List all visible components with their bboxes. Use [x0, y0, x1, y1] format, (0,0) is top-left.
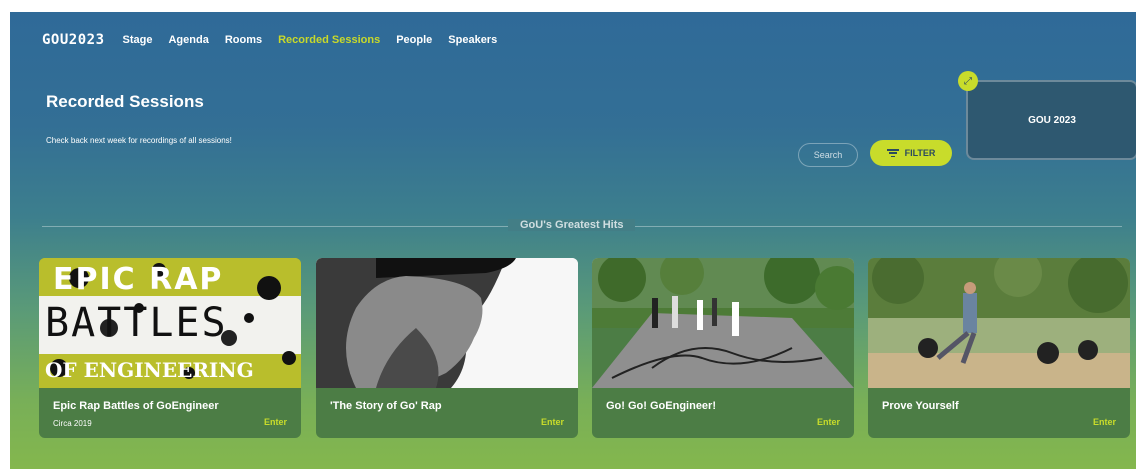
filter-icon — [886, 149, 899, 157]
session-card[interactable]: 'The Story of Go' Rap Enter — [316, 258, 578, 438]
singer-portrait — [316, 258, 578, 388]
thumb-text-engineering: OF ENGINEERING — [45, 358, 254, 382]
top-nav: GOU2023 Stage Agenda Rooms Recorded Sess… — [42, 32, 513, 48]
card-title: Epic Rap Battles of GoEngineer — [53, 400, 219, 412]
session-thumbnail[interactable] — [316, 258, 578, 388]
pip-title: GOU 2023 — [1028, 114, 1076, 126]
thumb-text-battles: BATTLES — [45, 300, 228, 346]
pip-video-player[interactable]: GOU 2023 — [966, 80, 1136, 160]
street-scene — [592, 258, 854, 388]
page-subtitle: Check back next week for recordings of a… — [46, 136, 232, 145]
filter-button[interactable]: FILTER — [870, 140, 952, 166]
nav-item-agenda[interactable]: Agenda — [168, 34, 208, 46]
nav-item-recorded-sessions[interactable]: Recorded Sessions — [278, 34, 380, 46]
section-title: GoU's Greatest Hits — [508, 219, 636, 231]
site-logo[interactable]: GOU2023 — [42, 32, 105, 48]
card-title: Go! Go! GoEngineer! — [606, 400, 716, 412]
session-thumbnail[interactable] — [868, 258, 1130, 388]
enter-link[interactable]: Enter — [817, 417, 840, 427]
enter-link[interactable]: Enter — [1093, 417, 1116, 427]
card-title: 'The Story of Go' Rap — [330, 400, 442, 412]
session-card[interactable]: Go! Go! GoEngineer! Enter — [592, 258, 854, 438]
event-page: GOU2023 Stage Agenda Rooms Recorded Sess… — [10, 12, 1136, 469]
session-card[interactable]: Prove Yourself Enter — [868, 258, 1130, 438]
page-title: Recorded Sessions — [46, 92, 204, 111]
enter-link[interactable]: Enter — [541, 417, 564, 427]
nav-item-people[interactable]: People — [396, 34, 432, 46]
session-card[interactable]: EPIC RAP BATTLES OF ENGINEERING Epic Rap… — [39, 258, 301, 438]
session-thumbnail[interactable] — [592, 258, 854, 388]
nav-item-stage[interactable]: Stage — [123, 34, 153, 46]
session-thumbnail[interactable]: EPIC RAP BATTLES OF ENGINEERING — [39, 258, 301, 388]
enter-link[interactable]: Enter — [264, 417, 287, 427]
nav-item-speakers[interactable]: Speakers — [448, 34, 497, 46]
playground-scene — [868, 258, 1130, 388]
search-input[interactable]: Search — [798, 143, 858, 167]
nav-item-rooms[interactable]: Rooms — [225, 34, 262, 46]
expand-icon[interactable]: ⤢ — [958, 71, 978, 91]
card-subtitle: Circa 2019 — [53, 419, 92, 428]
filter-label: FILTER — [904, 148, 936, 158]
thumb-text-epic-rap: EPIC RAP — [53, 262, 224, 297]
card-title: Prove Yourself — [882, 400, 959, 412]
